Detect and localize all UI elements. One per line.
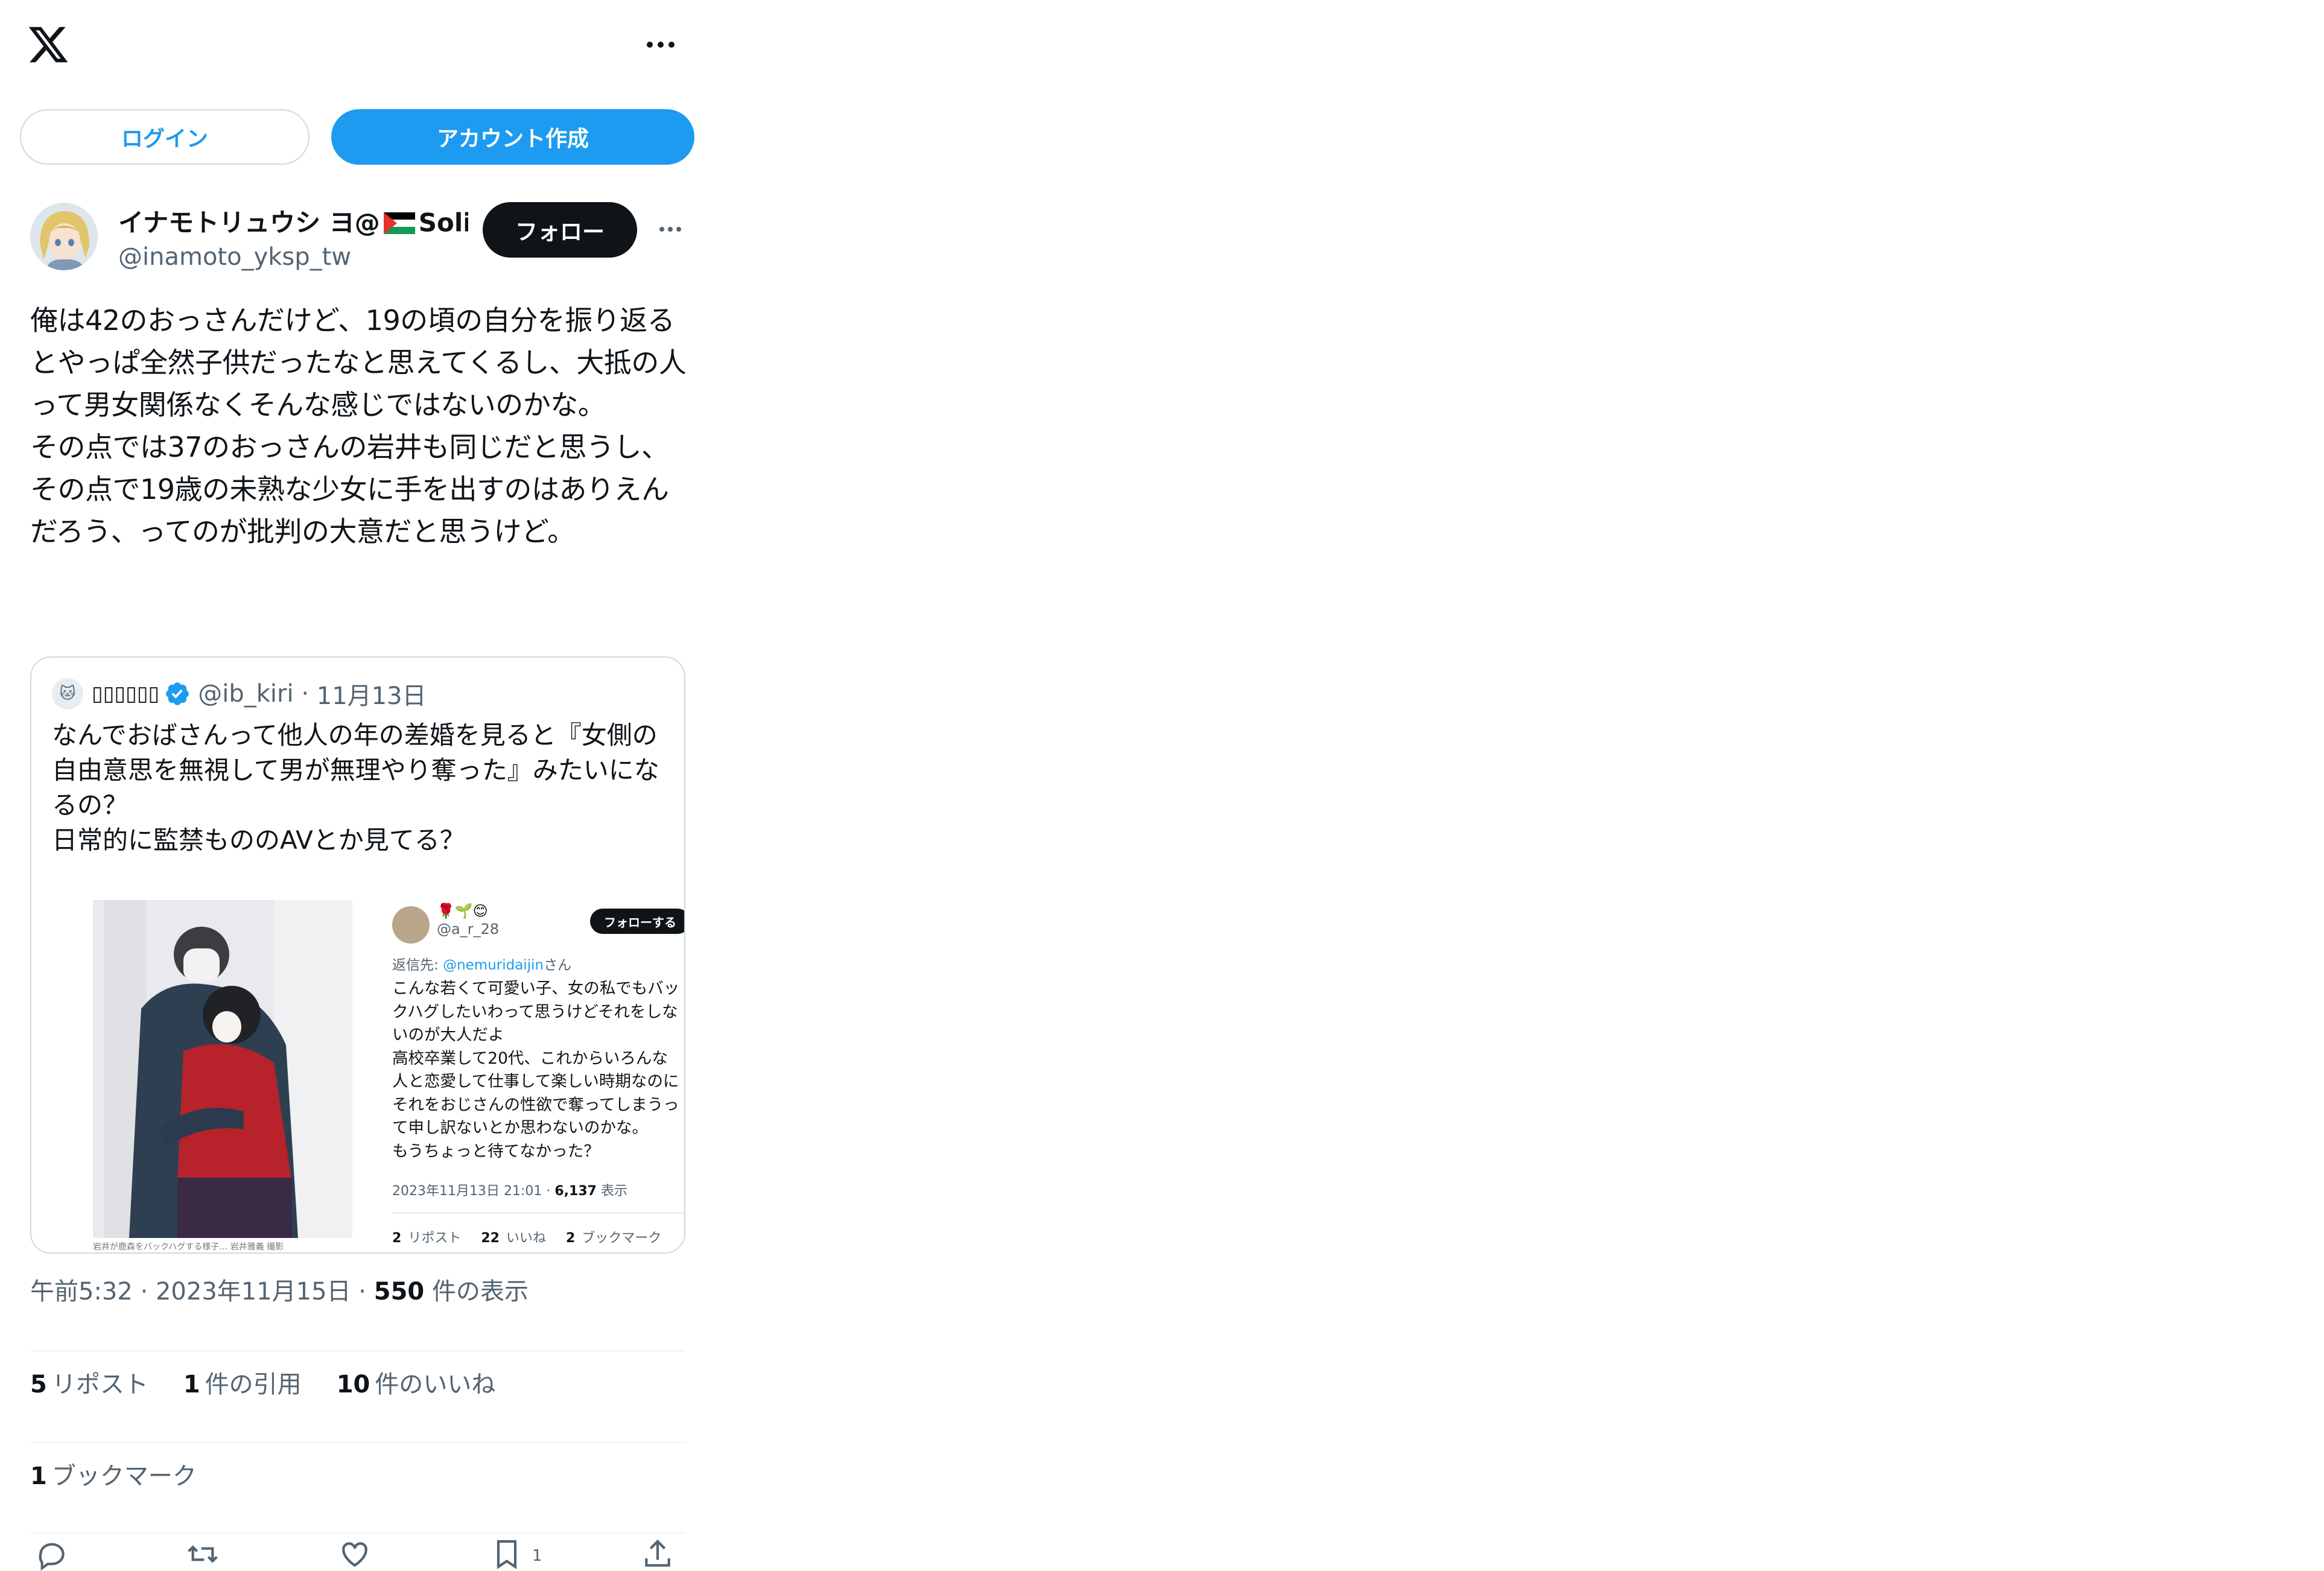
reply-stats: 2 リポスト 22 いいね 2 ブックマーク bbox=[392, 1231, 662, 1246]
views-label: 件の表示 bbox=[431, 1278, 529, 1306]
verified-badge-icon bbox=[166, 682, 189, 705]
palestine-flag-icon bbox=[383, 212, 415, 234]
action-bar: 1 bbox=[30, 1537, 688, 1571]
reply-icon[interactable] bbox=[35, 1537, 69, 1571]
quoted-tweet[interactable]: 🐱 ▯▯▯▯▯▯ @ib_kiri · 11月13日 なんでおばさんって他人の年… bbox=[30, 656, 685, 1254]
bookmarks-stat: 1 ブックマーク bbox=[30, 1462, 197, 1490]
quoted-avatar: 🐱 bbox=[52, 678, 83, 709]
create-account-button[interactable]: アカウント作成 bbox=[331, 109, 694, 165]
reply-display-name: 🌹🌱😊 bbox=[437, 903, 488, 919]
post-more-icon[interactable] bbox=[655, 223, 685, 235]
photo-caption: 岩井が鹿森をバックハグする様子… 岩井雅義 撮影 bbox=[93, 1242, 284, 1252]
couple-photo bbox=[93, 900, 352, 1238]
reply-follow-button: フォローする bbox=[590, 909, 684, 934]
divider bbox=[30, 1350, 685, 1351]
reply-handle: @a_r_28 bbox=[437, 921, 500, 938]
divider bbox=[30, 1532, 685, 1534]
quoted-text: なんでおばさんって他人の年の差婚を見ると『女側の自由意思を無視して男が無理やり奪… bbox=[52, 720, 659, 855]
follow-button[interactable]: フォロー bbox=[483, 202, 637, 258]
engagement-stats: 5 リポスト 1 件の引用 10 件のいいね bbox=[30, 1365, 495, 1400]
more-options-icon[interactable] bbox=[643, 37, 678, 52]
reply-timestamp: 2023年11月13日 21:01 · 6,137 表示 bbox=[392, 1184, 627, 1199]
views-count: 550 bbox=[373, 1278, 425, 1306]
separator-dot: · bbox=[293, 680, 317, 708]
quotes-stat[interactable]: 1 件の引用 bbox=[183, 1365, 302, 1400]
quoted-handle: @ib_kiri bbox=[198, 680, 294, 708]
reposts-stat[interactable]: 5 リポスト bbox=[30, 1365, 148, 1400]
post-date[interactable]: 2023年11月15日 bbox=[156, 1278, 351, 1306]
x-logo-icon[interactable] bbox=[27, 23, 70, 66]
bookmark-action-count: 1 bbox=[532, 1547, 542, 1565]
post-metadata: 午前5:32 · 2023年11月15日 · 550 件の表示 bbox=[30, 1278, 529, 1306]
post-time[interactable]: 午前5:32 bbox=[30, 1278, 133, 1306]
quoted-media-image[interactable]: 岩井が鹿森をバックハグする様子… 岩井雅義 撮影 🌹🌱😊 @a_r_28 フォロ… bbox=[31, 887, 684, 1252]
user-handle[interactable]: @inamoto_yksp_tw bbox=[118, 240, 351, 274]
login-button[interactable]: ログイン bbox=[20, 109, 310, 165]
reply-avatar bbox=[392, 906, 430, 944]
tweet-page: ログイン アカウント作成 イナモトリュウシ ヨ@ Solid @inamoto_… bbox=[0, 0, 700, 1571]
avatar[interactable] bbox=[30, 203, 98, 270]
quoted-tweet-header: 🐱 ▯▯▯▯▯▯ @ib_kiri · 11月13日 bbox=[52, 676, 427, 712]
quoted-date: 11月13日 bbox=[316, 682, 427, 710]
display-name-suffix: Solid bbox=[418, 208, 468, 238]
quoted-display-name: ▯▯▯▯▯▯ bbox=[92, 682, 160, 706]
share-icon[interactable] bbox=[641, 1537, 675, 1571]
display-name[interactable]: イナモトリュウシ ヨ@ Solid bbox=[118, 203, 468, 240]
bookmark-icon[interactable] bbox=[490, 1537, 524, 1571]
repost-icon[interactable] bbox=[186, 1537, 220, 1571]
reply-text: こんな若くて可愛い子、女の私でもバックハグしたいわって思うけどそれをしないのが大… bbox=[392, 979, 680, 1161]
divider bbox=[30, 1442, 685, 1443]
like-icon[interactable] bbox=[338, 1537, 372, 1571]
reply-to-line: 返信先: @nemuridaijinさん bbox=[392, 957, 572, 973]
likes-stat[interactable]: 10 件のいいね bbox=[337, 1365, 496, 1400]
display-name-text: イナモトリュウシ ヨ@ bbox=[118, 208, 380, 238]
tweet-text: 俺は42のおっさんだけど、19の頃の自分を振り返るとやっぱ全然子供だったなと思え… bbox=[30, 304, 687, 548]
embedded-reply-screenshot: 🌹🌱😊 @a_r_28 フォローする 返信先: @nemuridaijinさん … bbox=[364, 887, 684, 1252]
